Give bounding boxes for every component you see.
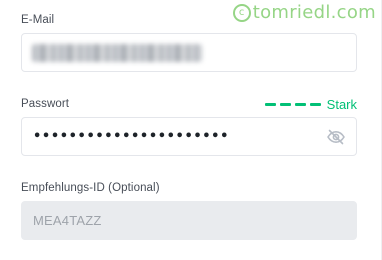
copyright-symbol: c <box>232 3 251 22</box>
email-field[interactable] <box>21 33 357 72</box>
strength-label: Stark <box>326 97 357 112</box>
strength-bar <box>294 103 306 106</box>
strength-bars <box>264 103 321 106</box>
email-label: E-Mail <box>21 14 55 26</box>
referral-id-label: Empfehlungs-ID (Optional) <box>21 182 160 194</box>
eye-slash-icon[interactable] <box>326 128 346 146</box>
email-blurred-value <box>32 44 202 62</box>
referral-id-value: MEA4TAZZ <box>33 213 102 228</box>
password-label: Passwort <box>21 98 70 110</box>
strength-bar <box>264 103 276 106</box>
strength-bar <box>309 103 321 106</box>
watermark: c tomriedl.com <box>232 2 376 23</box>
password-field[interactable]: •••••••••••••••••••••• <box>21 117 357 156</box>
watermark-text: tomriedl.com <box>252 2 376 23</box>
strength-bar <box>279 103 291 106</box>
password-strength-indicator: Stark <box>264 97 357 112</box>
referral-id-field: MEA4TAZZ <box>21 201 357 240</box>
password-value: •••••••••••••••••••••• <box>33 129 229 144</box>
